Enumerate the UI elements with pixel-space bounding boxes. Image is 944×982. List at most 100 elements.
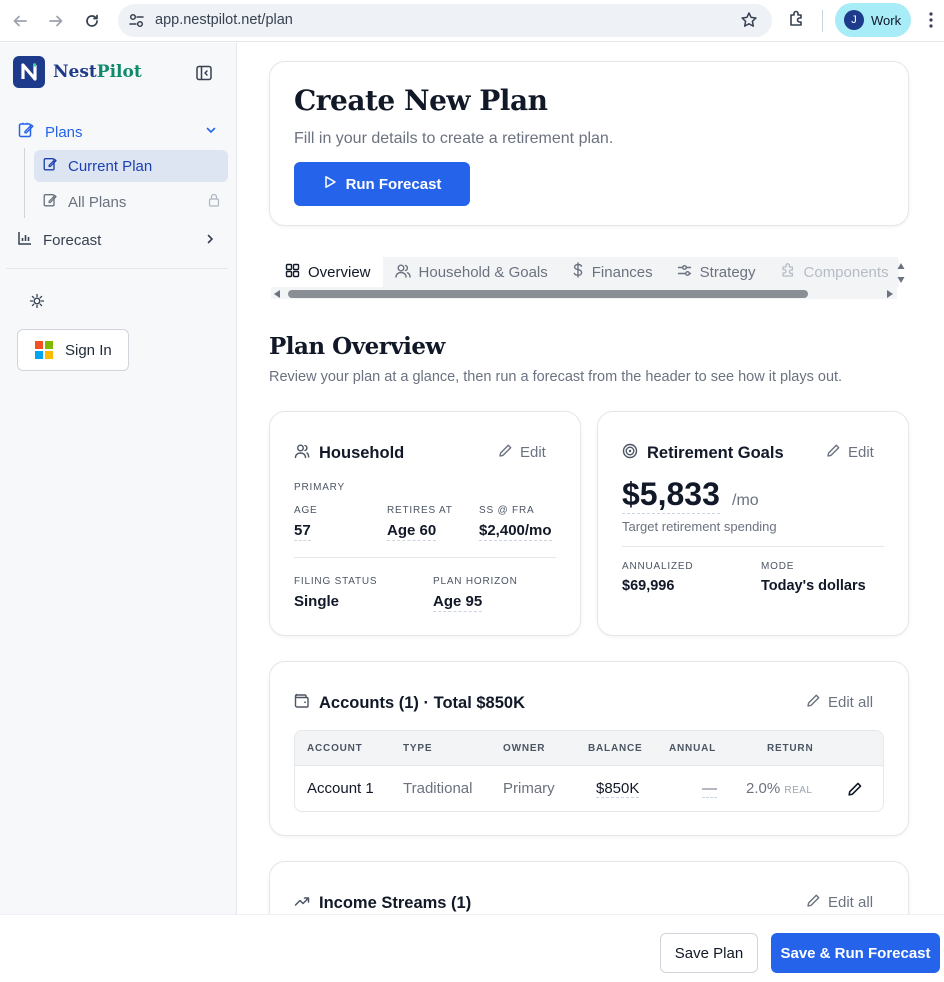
annualized-value: $69,996 <box>622 578 675 594</box>
scroll-left-arrow-icon[interactable] <box>274 290 280 298</box>
edit-row-pencil-icon[interactable] <box>847 781 863 802</box>
edit-label: Edit <box>848 444 874 461</box>
browser-menu-icon[interactable] <box>924 10 938 30</box>
toolbar-divider <box>822 10 823 32</box>
edit-household-button[interactable]: Edit <box>498 443 546 462</box>
pencil-icon <box>826 443 841 462</box>
sun-icon[interactable] <box>29 293 45 314</box>
edit-all-income-button[interactable]: Edit all <box>806 893 873 912</box>
sidebar-item-current-plan[interactable]: Current Plan <box>34 150 228 182</box>
user-icon <box>294 443 310 464</box>
column-header-balance: BALANCE <box>588 743 643 754</box>
forward-icon[interactable] <box>44 9 68 33</box>
save-and-run-forecast-button[interactable]: Save & Run Forecast <box>771 933 940 973</box>
sliders-icon <box>677 263 692 282</box>
sidebar-item-plans[interactable]: Plans <box>17 121 222 143</box>
save-plan-button[interactable]: Save Plan <box>660 933 758 973</box>
page-subtitle: Fill in your details to create a retirem… <box>294 130 614 147</box>
extensions-icon[interactable] <box>786 8 808 35</box>
section-subtitle: Review your plan at a glance, then run a… <box>269 369 843 385</box>
primary-label: PRIMARY <box>294 482 345 493</box>
address-bar[interactable]: app.nestpilot.net/plan <box>118 4 772 37</box>
brand-name-right: Pilot <box>96 62 142 82</box>
tab-household-goals[interactable]: Household & Goals <box>383 257 560 287</box>
card-header: Income Streams (1) <box>294 893 471 914</box>
main-content: Create New Plan Fill in your details to … <box>238 43 944 914</box>
tabs-horizontal-scrollbar[interactable] <box>271 287 897 299</box>
site-settings-icon[interactable] <box>128 12 145 34</box>
column-header-account: ACCOUNT <box>307 743 363 754</box>
tab-components[interactable]: Components <box>768 257 901 287</box>
sidebar-item-label: Current Plan <box>68 157 153 175</box>
scrollbar-thumb[interactable] <box>288 290 808 298</box>
microsoft-logo-icon <box>35 341 53 359</box>
household-card: Household Edit PRIMARY AGE 57 RETIRES AT… <box>269 411 581 636</box>
filing-status-label: FILING STATUS <box>294 576 378 587</box>
brand-name: NestPilot <box>53 62 142 82</box>
tab-label: Household & Goals <box>418 263 548 281</box>
card-header: Household <box>294 443 404 464</box>
play-icon <box>323 175 337 193</box>
bar-chart-icon <box>17 230 33 250</box>
sidebar-item-forecast[interactable]: Forecast <box>17 230 217 250</box>
monthly-spending-amount: $5,833 <box>622 476 720 514</box>
users-icon <box>394 263 411 282</box>
pencil-icon <box>498 443 513 462</box>
tab-strategy[interactable]: Strategy <box>665 257 768 287</box>
profile-label: Work <box>871 12 902 28</box>
scroll-right-arrow-icon[interactable] <box>887 290 893 298</box>
tab-overview[interactable]: Overview <box>269 257 383 287</box>
return-value: 2.0% <box>746 780 781 797</box>
collapse-sidebar-icon[interactable] <box>195 64 213 87</box>
edit-label: Edit <box>520 444 546 461</box>
run-forecast-button[interactable]: Run Forecast <box>294 162 470 206</box>
target-icon <box>622 443 638 464</box>
pencil-icon <box>806 893 821 912</box>
age-label: AGE <box>294 505 318 516</box>
target-spending-caption: Target retirement spending <box>622 519 777 534</box>
column-header-annual: ANNUAL <box>669 743 717 754</box>
card-title: Income Streams (1) <box>319 894 472 912</box>
ss-fra-label: SS @ FRA <box>479 505 535 516</box>
retires-at-label: RETIRES AT <box>387 505 453 516</box>
submenu-rail <box>24 148 25 218</box>
tab-finances[interactable]: Finances <box>560 257 665 287</box>
retires-at-value: Age 60 <box>387 522 437 541</box>
lock-icon <box>208 193 220 211</box>
accounts-table: ACCOUNT TYPE OWNER BALANCE ANNUAL RETURN… <box>294 730 884 812</box>
edit-goals-button[interactable]: Edit <box>826 443 874 462</box>
nestpilot-logo[interactable] <box>13 56 45 88</box>
grid-icon <box>285 263 300 282</box>
sign-in-label: Sign In <box>65 341 112 359</box>
sign-in-button[interactable]: Sign In <box>17 329 129 371</box>
account-type-cell: Traditional <box>403 780 473 797</box>
plan-edit-icon <box>42 192 58 212</box>
card-title: Household <box>319 444 405 462</box>
tabs-vertical-scroll-arrows[interactable] <box>896 260 906 286</box>
tab-label: Overview <box>308 263 371 281</box>
divider <box>294 557 556 558</box>
plans-edit-icon <box>17 121 35 143</box>
sidebar-item-label: Forecast <box>43 231 102 249</box>
account-name-cell: Account 1 <box>307 780 374 797</box>
reload-icon[interactable] <box>80 9 104 33</box>
plan-horizon-value: Age 95 <box>433 593 483 612</box>
url-text[interactable]: app.nestpilot.net/plan <box>155 12 293 28</box>
plan-horizon-label: PLAN HORIZON <box>433 576 518 587</box>
wallet-icon <box>294 693 310 714</box>
table-header: ACCOUNT TYPE OWNER BALANCE ANNUAL RETURN <box>295 731 883 766</box>
edit-all-accounts-button[interactable]: Edit all <box>806 693 873 712</box>
bookmark-star-icon[interactable] <box>740 11 758 34</box>
card-title: Retirement Goals <box>647 444 784 462</box>
profile-avatar: J <box>844 10 864 30</box>
profile-chip[interactable]: J Work <box>835 3 911 37</box>
card-title: Accounts (1) · Total $850K <box>319 694 525 712</box>
account-balance-cell: $850K <box>596 780 640 798</box>
back-icon[interactable] <box>8 9 32 33</box>
accounts-card: Accounts (1) · Total $850K Edit all ACCO… <box>269 661 909 836</box>
per-month-suffix: /mo <box>732 492 759 509</box>
browser-toolbar: app.nestpilot.net/plan J Work <box>0 0 944 42</box>
sidebar: NestPilot Plans Current Plan All Plans F… <box>0 43 237 914</box>
sidebar-item-all-plans[interactable]: All Plans <box>42 192 222 212</box>
income-streams-card: Income Streams (1) Edit all <box>269 861 909 914</box>
